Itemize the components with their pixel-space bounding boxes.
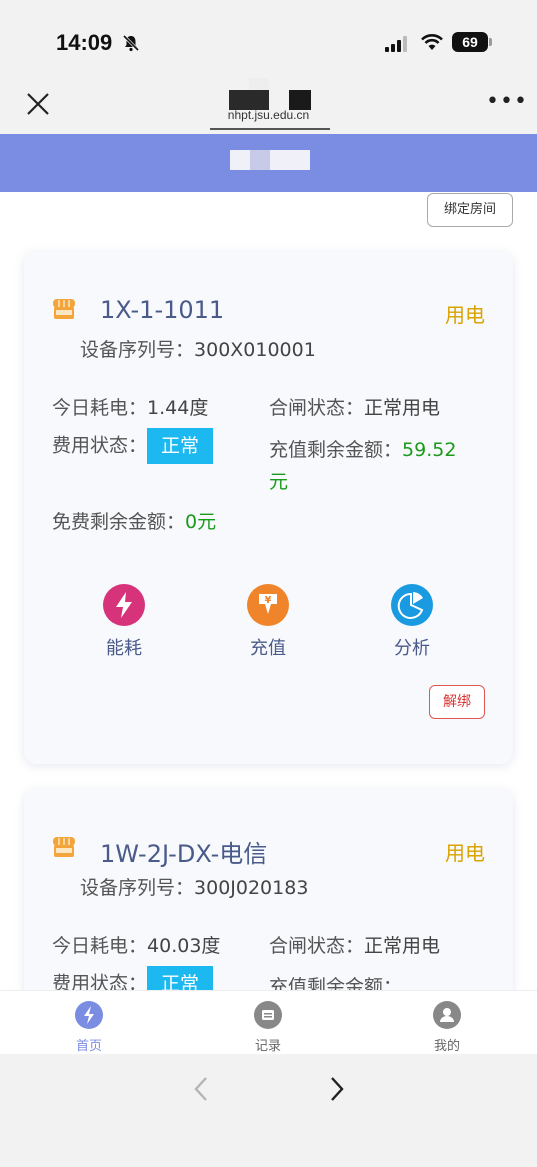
analysis-action[interactable]: 分析 [372, 584, 452, 660]
silent-bell-icon [122, 34, 140, 52]
recharge-balance: 充值剩余金额：59.52 元 [269, 434, 489, 498]
switch-status-label: 合闸状态： [269, 397, 365, 419]
tab-home[interactable]: 首页 [49, 1001, 129, 1054]
serial-label: 设备序列号： [80, 339, 195, 361]
free-balance-label: 免费剩余金额： [52, 511, 186, 533]
fee-status: 费用状态： 正常 [52, 428, 214, 464]
forward-arrow-icon[interactable] [324, 1074, 348, 1104]
today-usage: 今日耗电：40.03度 [52, 931, 220, 958]
tab-records[interactable]: 记录 [228, 1001, 308, 1054]
fee-status: 费用状态： 正常 [52, 966, 214, 991]
serial-value: 300J020183 [194, 877, 309, 899]
today-usage-value: 1.44度 [147, 397, 209, 419]
main-content: 绑定房间 1X-1-1011 用电 设备序列号：300X010001 今日耗电：… [0, 192, 537, 990]
battery-indicator: 69 [452, 32, 488, 52]
yen-icon: ¥ [247, 584, 289, 626]
today-usage-label: 今日耗电： [52, 935, 148, 957]
page-title-redacted [229, 78, 311, 110]
today-usage-label: 今日耗电： [52, 397, 148, 419]
energy-consumption-label: 能耗 [106, 638, 142, 659]
shop-icon [53, 299, 75, 319]
app-header [0, 134, 537, 192]
recharge-label: 充值 [250, 638, 286, 659]
serial-number: 设备序列号：300X010001 [80, 335, 316, 362]
record-icon [254, 1001, 282, 1029]
recharge-balance: 充值剩余金额： [269, 972, 402, 990]
room-name: 1X-1-1011 [100, 296, 225, 324]
serial-label: 设备序列号： [80, 877, 195, 899]
shop-icon [53, 837, 75, 857]
home-lightning-icon [75, 1001, 103, 1029]
switch-status: 合闸状态：正常用电 [269, 931, 440, 958]
wifi-icon [421, 34, 443, 50]
bottom-tab-bar: 首页 记录 我的 [0, 990, 537, 1055]
url-underline [210, 128, 330, 130]
recharge-balance-value: 59.52 [402, 439, 457, 461]
recharge-balance-label: 充值剩余金额： [269, 976, 403, 990]
lightning-icon [103, 584, 145, 626]
cellular-signal-icon [385, 36, 407, 52]
today-usage: 今日耗电：1.44度 [52, 393, 208, 420]
fee-status-chip: 正常 [147, 428, 214, 464]
fee-status-chip: 正常 [147, 966, 214, 990]
bind-room-button[interactable]: 绑定房间 [427, 193, 513, 227]
tab-mine-label: 我的 [433, 1039, 460, 1054]
fee-status-label: 费用状态： [52, 434, 148, 457]
recharge-action[interactable]: ¥ 充值 [228, 584, 308, 660]
switch-status-value: 正常用电 [364, 397, 441, 419]
free-balance: 免费剩余金额：0元 [52, 507, 216, 534]
unbind-button[interactable]: 解绑 [429, 685, 485, 719]
browser-nav-bar [0, 1054, 537, 1167]
fee-status-label: 费用状态： [52, 972, 148, 991]
tab-mine[interactable]: 我的 [407, 1001, 487, 1054]
tab-home-label: 首页 [75, 1039, 102, 1054]
room-card: 1X-1-1011 用电 设备序列号：300X010001 今日耗电：1.44度… [24, 251, 513, 764]
switch-status-value: 正常用电 [364, 935, 441, 957]
more-options-icon[interactable]: ••• [486, 91, 528, 113]
energy-consumption-action[interactable]: 能耗 [84, 584, 164, 660]
serial-number: 设备序列号：300J020183 [80, 873, 308, 900]
user-icon [433, 1001, 461, 1029]
switch-status-label: 合闸状态： [269, 935, 365, 957]
pie-chart-icon [391, 584, 433, 626]
browser-bar: nhpt.jsu.edu.cn ••• [0, 78, 537, 134]
url-display: nhpt.jsu.edu.cn [227, 108, 310, 122]
tab-records-label: 记录 [254, 1039, 281, 1054]
free-balance-value: 0元 [185, 511, 217, 533]
type-tag: 用电 [445, 841, 485, 865]
back-arrow-icon[interactable] [190, 1074, 214, 1104]
clock: 14:09 [56, 30, 113, 55]
status-bar: 14:09 69 [0, 0, 537, 82]
header-title-redacted [230, 150, 310, 170]
battery-tip [489, 38, 492, 46]
type-tag: 用电 [445, 303, 485, 327]
serial-value: 300X010001 [194, 339, 316, 361]
recharge-balance-label: 充值剩余金额： [269, 439, 403, 461]
room-card: 1W-2J-DX-电信 用电 设备序列号：300J020183 今日耗电：40.… [24, 789, 513, 990]
analysis-label: 分析 [394, 638, 430, 659]
switch-status: 合闸状态：正常用电 [269, 393, 440, 420]
svg-text:¥: ¥ [265, 595, 272, 606]
room-name: 1W-2J-DX-电信 [100, 840, 268, 868]
recharge-balance-unit: 元 [269, 471, 289, 493]
today-usage-value: 40.03度 [147, 935, 221, 957]
